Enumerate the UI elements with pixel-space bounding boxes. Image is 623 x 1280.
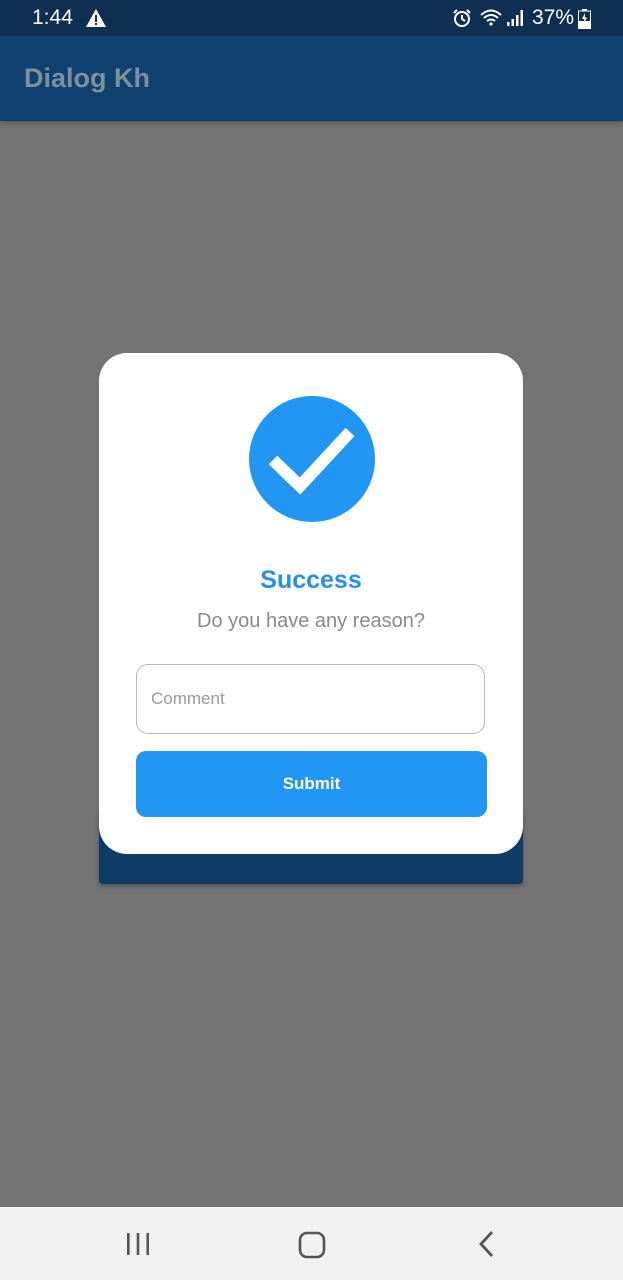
navigation-bar [0,1207,623,1280]
alarm-icon [453,9,471,27]
dialog-title: Success [260,566,362,594]
battery-icon [578,9,591,29]
battery-level: 37% [532,6,575,29]
status-bar: 1:44 37% [0,0,623,36]
back-icon[interactable] [476,1229,498,1259]
warning-icon [86,9,106,27]
submit-button[interactable]: Submit [136,751,487,817]
comment-input[interactable] [136,664,485,734]
success-dialog: Success Do you have any reason? Submit [99,353,523,854]
recents-icon[interactable] [124,1231,152,1257]
wifi-icon [480,9,502,26]
signal-icon [507,10,523,26]
dialog-message: Do you have any reason? [197,610,425,632]
app-title: Dialog Kh [24,63,150,93]
app-bar: Dialog Kh [0,36,623,121]
home-icon[interactable] [298,1231,326,1259]
status-time: 1:44 [32,6,73,29]
check-circle-icon [249,396,375,522]
